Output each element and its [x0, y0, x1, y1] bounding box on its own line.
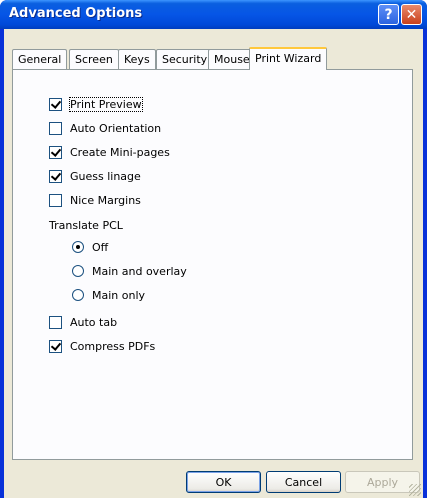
- window-title: Advanced Options: [9, 6, 143, 21]
- nice-margins-option[interactable]: Nice Margins: [49, 193, 141, 207]
- ok-button[interactable]: OK: [186, 471, 261, 493]
- title-bar[interactable]: Advanced Options ? ✕: [0, 0, 427, 29]
- auto-orientation-option[interactable]: Auto Orientation: [49, 121, 161, 135]
- auto-tab-option[interactable]: Auto tab: [49, 315, 117, 329]
- advanced-options-window: Advanced Options ? ✕ General Screen Keys…: [0, 0, 427, 498]
- print-wizard-panel: Print Preview Auto Orientation Create Mi…: [12, 69, 413, 460]
- translate-pcl-main-overlay-radio[interactable]: [72, 265, 84, 277]
- translate-pcl-off-option[interactable]: Off: [72, 240, 108, 254]
- translate-pcl-main-only-radio[interactable]: [72, 289, 84, 301]
- translate-pcl-main-overlay-label: Main and overlay: [92, 264, 187, 278]
- print-preview-label: Print Preview: [69, 96, 143, 112]
- create-mini-pages-checkbox[interactable]: [49, 145, 62, 159]
- translate-pcl-main-only-label: Main only: [92, 288, 146, 302]
- nice-margins-checkbox[interactable]: [49, 193, 62, 207]
- translate-pcl-off-radio[interactable]: [72, 241, 84, 253]
- create-mini-pages-option[interactable]: Create Mini-pages: [49, 145, 170, 159]
- create-mini-pages-label: Create Mini-pages: [70, 145, 170, 159]
- translate-pcl-off-label: Off: [92, 240, 109, 254]
- nice-margins-label: Nice Margins: [70, 193, 141, 207]
- print-preview-checkbox[interactable]: [49, 97, 62, 111]
- close-icon: ✕: [405, 6, 418, 23]
- auto-tab-label: Auto tab: [70, 315, 118, 329]
- tab-security[interactable]: Security: [156, 49, 214, 69]
- dialog-client-area: General Screen Keys Security Mouse Print…: [4, 29, 423, 498]
- guess-linage-option[interactable]: Guess linage: [49, 169, 141, 183]
- auto-tab-checkbox[interactable]: [49, 315, 62, 329]
- tab-keys[interactable]: Keys: [118, 49, 156, 69]
- close-button[interactable]: ✕: [401, 4, 422, 25]
- compress-pdfs-option[interactable]: Compress PDFs: [49, 339, 155, 353]
- print-preview-option[interactable]: Print Preview: [49, 96, 143, 112]
- auto-orientation-label: Auto Orientation: [70, 121, 162, 135]
- translate-pcl-main-only-option[interactable]: Main only: [72, 288, 145, 302]
- help-icon: ?: [384, 6, 393, 23]
- compress-pdfs-checkbox[interactable]: [49, 339, 62, 353]
- tab-print-wizard[interactable]: Print Wizard: [249, 47, 328, 70]
- tab-screen[interactable]: Screen: [69, 49, 119, 69]
- guess-linage-checkbox[interactable]: [49, 169, 62, 183]
- cancel-button[interactable]: Cancel: [266, 471, 341, 493]
- guess-linage-label: Guess linage: [70, 169, 141, 183]
- compress-pdfs-label: Compress PDFs: [70, 339, 156, 353]
- translate-pcl-main-overlay-option[interactable]: Main and overlay: [72, 264, 187, 278]
- translate-pcl-label: Translate PCL: [49, 219, 123, 232]
- resize-grip-icon[interactable]: [409, 484, 421, 496]
- help-button[interactable]: ?: [378, 4, 399, 25]
- auto-orientation-checkbox[interactable]: [49, 121, 62, 135]
- tab-general[interactable]: General: [12, 49, 68, 69]
